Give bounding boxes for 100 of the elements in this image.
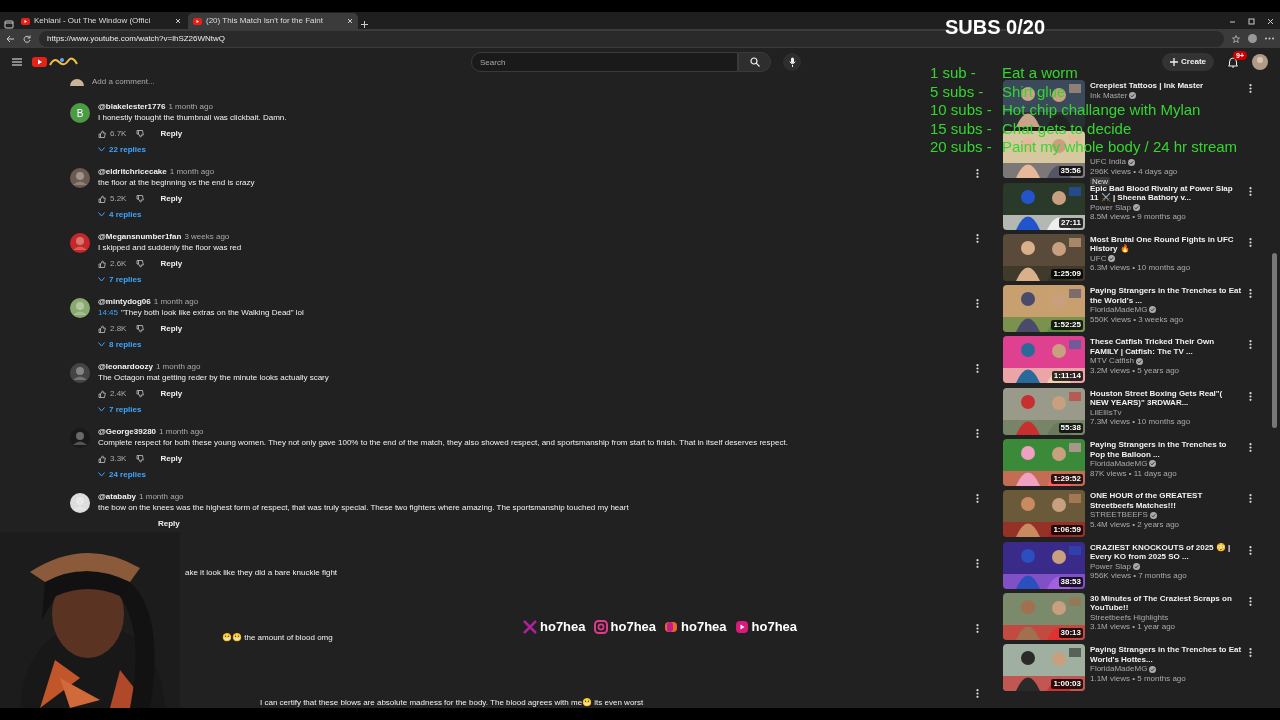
channel-name[interactable]: STREETBEEFS — [1090, 510, 1148, 520]
thumbs-down-icon[interactable] — [136, 259, 145, 268]
reload-icon[interactable] — [23, 34, 31, 43]
replies-toggle[interactable]: 8 replies — [98, 339, 142, 350]
minimize-icon[interactable] — [1229, 18, 1236, 25]
video-title[interactable]: These Catfish Tricked Their Own FAMILY | Catfish: The TV ... — [1090, 337, 1242, 357]
browser-tab[interactable]: Kehlani - Out The Window (Offici — [16, 13, 186, 29]
more-options-icon[interactable] — [1249, 84, 1252, 93]
replies-toggle[interactable]: 4 replies — [98, 209, 142, 220]
more-options-icon[interactable] — [1249, 391, 1252, 401]
reply-button[interactable]: Reply — [160, 127, 183, 140]
channel-name[interactable]: Power Slap — [1090, 202, 1131, 213]
username[interactable]: @mintydog06 — [98, 295, 151, 308]
new-tab-icon[interactable] — [360, 20, 369, 29]
search-button[interactable] — [738, 52, 771, 72]
more-options-icon[interactable] — [1249, 186, 1252, 196]
reply-button[interactable]: Reply — [160, 452, 183, 465]
replies-toggle[interactable]: 7 replies — [98, 274, 142, 285]
reply-button[interactable]: Reply — [160, 257, 183, 270]
video-title[interactable]: Paying Strangers in the Trenches to Pop the Balloon ... — [1090, 440, 1242, 460]
more-options-icon[interactable] — [1249, 596, 1252, 606]
reply-button[interactable]: Reply — [160, 192, 183, 205]
thumbs-down-icon[interactable] — [136, 324, 145, 333]
more-options-icon[interactable] — [976, 689, 979, 698]
video-title[interactable]: Paying Strangers in the Trenches to Eat World's Hottes... — [1090, 645, 1242, 665]
create-button[interactable]: Create — [1162, 53, 1214, 71]
more-options-icon[interactable] — [1249, 545, 1252, 555]
more-options-icon[interactable] — [976, 364, 979, 373]
more-icon[interactable] — [1265, 37, 1274, 40]
replies-toggle[interactable]: 7 replies — [98, 404, 142, 415]
replies-toggle[interactable]: 22 replies — [98, 144, 146, 155]
more-options-icon[interactable] — [1249, 443, 1252, 453]
more-options-icon[interactable] — [1249, 237, 1252, 247]
username[interactable]: @blakelester1776 — [98, 100, 166, 113]
replies-toggle[interactable]: 24 replies — [98, 469, 146, 480]
channel-name[interactable]: Power Slap — [1090, 561, 1131, 572]
reply-button[interactable]: Reply — [160, 387, 183, 400]
more-options-icon[interactable] — [1249, 648, 1252, 658]
more-options-icon[interactable] — [1249, 289, 1252, 299]
thumbs-down-icon[interactable] — [136, 454, 145, 463]
more-options-icon[interactable] — [976, 559, 979, 568]
video-title[interactable]: 30 Minutes of The Craziest Scraps on YouTube!! — [1090, 593, 1242, 613]
username[interactable]: @George39280 — [98, 425, 157, 438]
thumbs-up-icon[interactable] — [98, 389, 106, 398]
thumbs-up-icon[interactable] — [98, 259, 106, 268]
close-icon[interactable] — [347, 18, 353, 24]
more-options-icon[interactable] — [976, 494, 979, 503]
avatar-icon — [70, 428, 90, 448]
avatar-icon[interactable] — [1252, 54, 1268, 70]
channel-name[interactable]: LilEllisTv — [1090, 407, 1122, 418]
reply-button[interactable]: Reply — [160, 322, 183, 335]
channel-name[interactable]: UFC India — [1090, 157, 1126, 167]
username[interactable]: @Megansnumber1fan — [98, 230, 182, 243]
channel-name[interactable]: MTV Catfish — [1090, 356, 1134, 366]
username[interactable]: @leonardoozy — [98, 360, 153, 373]
close-icon[interactable] — [1267, 18, 1274, 25]
bell-icon[interactable] — [1228, 56, 1238, 68]
thumbs-down-icon[interactable] — [136, 129, 145, 138]
more-options-icon[interactable] — [976, 234, 979, 243]
thumbs-up-icon[interactable] — [98, 324, 106, 333]
browser-tab[interactable]: (20) This Match Isn't for the Faint — [188, 13, 358, 29]
more-options-icon[interactable] — [976, 624, 979, 633]
thumbs-down-icon[interactable] — [136, 389, 145, 398]
logo-icon[interactable] — [32, 56, 78, 68]
video-title[interactable]: Most Brutal One Round Fights in UFC History 🔥 — [1090, 234, 1242, 254]
more-options-icon[interactable] — [976, 169, 979, 178]
back-icon[interactable] — [6, 34, 15, 43]
thumbs-down-icon[interactable] — [136, 194, 145, 203]
username[interactable]: @atababy — [98, 490, 137, 503]
microphone-button[interactable] — [783, 53, 801, 71]
star-icon[interactable] — [1232, 34, 1240, 43]
video-title[interactable]: CRAZIEST KNOCKOUTS of 2025 😳 | Every KO from 2025 SO ... — [1090, 542, 1242, 562]
channel-name[interactable]: FloridaMadeMG — [1090, 459, 1148, 469]
thumbs-up-icon[interactable] — [98, 194, 106, 203]
thumbs-up-icon[interactable] — [98, 129, 106, 138]
profile-icon[interactable] — [1248, 34, 1257, 43]
comment-field[interactable]: Add a comment... — [92, 76, 155, 88]
more-options-icon[interactable] — [976, 299, 979, 308]
reply-button[interactable]: Reply — [158, 517, 180, 530]
thumbs-up-icon[interactable] — [98, 454, 106, 463]
more-options-icon[interactable] — [1249, 494, 1252, 504]
close-icon[interactable] — [175, 18, 181, 24]
video-title[interactable]: Creepiest Tattoos | Ink Master — [1090, 81, 1242, 91]
channel-name[interactable]: Streetbeefs Highlights — [1090, 612, 1169, 623]
scrollbar-thumb[interactable] — [1272, 253, 1277, 428]
menu-icon[interactable] — [12, 58, 22, 66]
video-title[interactable]: Paying Strangers in the Trenches to Eat the World's ... — [1090, 286, 1242, 306]
restore-icon[interactable] — [1248, 18, 1255, 25]
search-field[interactable]: Search — [471, 52, 738, 72]
more-options-icon[interactable] — [1249, 340, 1252, 350]
video-title[interactable]: Houston Street Boxing Gets Real"( NEW YEARS)" 3RDWAR... — [1090, 388, 1242, 408]
timestamp-link[interactable]: 14:45 — [98, 307, 119, 319]
channel-name[interactable]: FloridaMadeMG — [1090, 664, 1148, 674]
username[interactable]: @eldritchricecake — [98, 165, 167, 178]
sidebar-toggle-icon[interactable] — [4, 20, 14, 29]
more-options-icon[interactable] — [976, 429, 979, 438]
video-title[interactable]: ONE HOUR of the GREATEST Streetbeefs Matches!!! — [1090, 491, 1242, 511]
channel-name[interactable]: UFC — [1090, 253, 1107, 264]
channel-name[interactable]: FloridaMadeMG — [1090, 305, 1148, 315]
channel-name[interactable]: Ink Master — [1090, 90, 1128, 100]
